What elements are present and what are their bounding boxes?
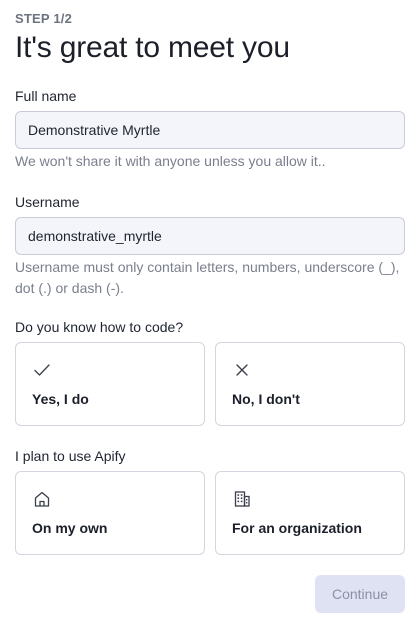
full-name-input[interactable] [15, 111, 405, 149]
coding-option-no-label: No, I don't [232, 391, 300, 407]
usage-option-own-label: On my own [32, 520, 108, 536]
coding-question-label: Do you know how to code? [15, 319, 184, 335]
building-icon [232, 489, 252, 509]
username-hint: Username must only contain letters, numb… [15, 259, 400, 296]
usage-option-own[interactable]: On my own [15, 471, 205, 555]
usage-option-organization[interactable]: For an organization [215, 471, 405, 555]
home-icon [32, 489, 52, 509]
usage-question-label: I plan to use Apify [15, 448, 126, 464]
page-title: It's great to meet you [15, 31, 290, 64]
checkmark-icon [32, 360, 52, 380]
onboarding-form: STEP 1/2 It's great to meet you Full nam… [0, 0, 420, 626]
step-indicator: STEP 1/2 [15, 11, 73, 26]
full-name-label: Full name [15, 88, 77, 104]
full-name-hint: We won't share it with anyone unless you… [15, 153, 326, 169]
continue-button[interactable]: Continue [315, 575, 405, 613]
username-input[interactable] [15, 217, 405, 255]
username-label: Username [15, 194, 80, 210]
coding-option-no[interactable]: No, I don't [215, 342, 405, 426]
coding-option-yes[interactable]: Yes, I do [15, 342, 205, 426]
x-mark-icon [232, 360, 252, 380]
usage-option-organization-label: For an organization [232, 520, 362, 536]
coding-option-yes-label: Yes, I do [32, 391, 89, 407]
